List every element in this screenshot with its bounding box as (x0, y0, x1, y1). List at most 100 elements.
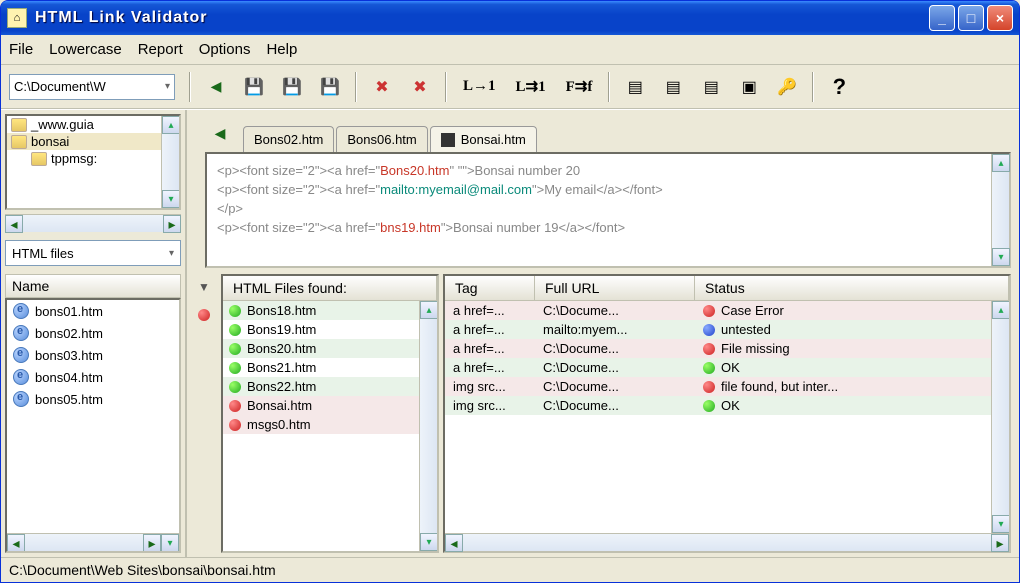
red-icon (703, 305, 715, 317)
ok-icon (229, 381, 241, 393)
ie-icon (13, 347, 29, 363)
menubar: File Lowercase Report Options Help (1, 35, 1019, 65)
maximize-button[interactable]: □ (958, 5, 984, 31)
tabs: ◀ Bons02.htm Bons06.htm Bonsai.htm (205, 118, 1011, 152)
disk-icon (441, 133, 455, 147)
scrollbar-horizontal[interactable]: ◂▸ (445, 533, 1009, 551)
minimize-button[interactable]: _ (929, 5, 955, 31)
list-item[interactable]: Bons21.htm (223, 358, 419, 377)
lowercase-batch-button[interactable]: L⇉1 (510, 72, 552, 102)
list-item[interactable]: bons03.htm (7, 344, 179, 366)
tree-item[interactable]: tppmsg: (7, 150, 161, 167)
dropdown-icon: ▾ (169, 248, 174, 259)
found-header[interactable]: HTML Files found: (223, 276, 437, 300)
list-item[interactable]: Bons20.htm (223, 339, 419, 358)
tabs-back-button[interactable]: ◀ (205, 118, 235, 148)
menu-report[interactable]: Report (138, 41, 183, 58)
folder-icon (31, 152, 47, 166)
list-item[interactable]: bons01.htm (7, 300, 179, 322)
nav-updown: ▼ (195, 274, 217, 553)
list-item[interactable]: Bons18.htm (223, 301, 419, 320)
tree-item[interactable]: bonsai (7, 133, 161, 150)
ok-icon (229, 343, 241, 355)
help-button[interactable]: ? (824, 72, 854, 102)
ie-icon (13, 369, 29, 385)
col-url[interactable]: Full URL (535, 276, 695, 300)
error-marker-icon[interactable] (195, 306, 213, 324)
list-item[interactable]: Bons22.htm (223, 377, 419, 396)
fix-batch-button[interactable]: F⇉f (560, 72, 599, 102)
nav-down-button[interactable]: ▼ (195, 278, 213, 296)
ok-icon (229, 362, 241, 374)
green-icon (703, 400, 715, 412)
links-grid: Tag Full URL Status a href=...C:\Docume.… (443, 274, 1011, 553)
scrollbar-vertical[interactable]: ▴▾ (419, 301, 437, 551)
list-item[interactable]: Bonsai.htm (223, 396, 419, 415)
name-header[interactable]: Name (5, 274, 181, 298)
close-button[interactable]: × (987, 5, 1013, 31)
list-item[interactable]: bons02.htm (7, 322, 179, 344)
report3-icon[interactable]: ▤ (696, 72, 726, 102)
table-row[interactable]: a href=...C:\Docume...Case Error (445, 301, 991, 320)
cancel-all-icon[interactable]: ✖ (405, 72, 435, 102)
list-item[interactable]: bons05.htm (7, 388, 179, 410)
ok-icon (229, 324, 241, 336)
report2-icon[interactable]: ▤ (658, 72, 688, 102)
tab-bonsai[interactable]: Bonsai.htm (430, 126, 537, 152)
list-item[interactable]: Bons19.htm (223, 320, 419, 339)
cancel-one-icon[interactable]: ✖ (367, 72, 397, 102)
left-sidebar: _www.guia bonsai tppmsg: ▴▾ ◂▸ HTML file… (1, 110, 187, 557)
save-selected-icon[interactable]: 💾 (277, 72, 307, 102)
menu-help[interactable]: Help (266, 41, 297, 58)
scrollbar-vertical[interactable]: ▴▾ (991, 301, 1009, 533)
col-tag[interactable]: Tag (445, 276, 535, 300)
col-status[interactable]: Status (695, 276, 1009, 300)
menu-file[interactable]: File (9, 41, 33, 58)
ie-icon (13, 391, 29, 407)
folder-tree[interactable]: _www.guia bonsai tppmsg: ▴▾ (5, 114, 181, 210)
back-button[interactable]: ◀ (201, 72, 231, 102)
list-item[interactable]: msgs0.htm (223, 415, 419, 434)
blue-icon (703, 324, 715, 336)
path-combo[interactable]: C:\Document\W ▾ (9, 74, 175, 100)
list-item[interactable]: bons04.htm (7, 366, 179, 388)
ie-icon (13, 303, 29, 319)
scrollbar-horizontal[interactable]: ◂▸▾ (7, 533, 179, 551)
table-row[interactable]: img src...C:\Docume...OK (445, 396, 991, 415)
table-row[interactable]: a href=...mailto:myem...untested (445, 320, 991, 339)
red-icon (703, 381, 715, 393)
filter-combo[interactable]: HTML files▾ (5, 240, 181, 266)
tree-item[interactable]: _www.guia (7, 116, 161, 133)
green-icon (703, 362, 715, 374)
key-icon[interactable]: 🔑 (772, 72, 802, 102)
table-row[interactable]: a href=...C:\Docume...File missing (445, 339, 991, 358)
menu-options[interactable]: Options (199, 41, 251, 58)
scrollbar-vertical[interactable]: ▴▾ (991, 154, 1009, 266)
folder-icon (11, 118, 27, 132)
code-pane[interactable]: <p><font size="2"><a href="Bons20.htm" "… (205, 152, 1011, 268)
file-list[interactable]: bons01.htm bons02.htm bons03.htm bons04.… (5, 298, 181, 553)
tab-bons02[interactable]: Bons02.htm (243, 126, 334, 152)
scrollbar-horizontal[interactable]: ◂▸ (5, 214, 181, 232)
statusbar: C:\Document\Web Sites\bonsai\bonsai.htm (1, 557, 1019, 582)
dropdown-icon: ▾ (165, 81, 170, 92)
ie-icon (13, 325, 29, 341)
found-pane: HTML Files found: Bons18.htm Bons19.htm … (221, 274, 439, 553)
report1-icon[interactable]: ▤ (620, 72, 650, 102)
save-icon[interactable]: 💾 (239, 72, 269, 102)
export-icon[interactable]: ▣ (734, 72, 764, 102)
window-title: HTML Link Validator (35, 9, 926, 27)
error-icon (229, 400, 241, 412)
path-text: C:\Document\W (14, 79, 106, 94)
table-row[interactable]: a href=...C:\Docume...OK (445, 358, 991, 377)
app-icon: ⌂ (7, 8, 27, 28)
titlebar[interactable]: ⌂ HTML Link Validator _ □ × (1, 1, 1019, 35)
error-icon (229, 419, 241, 431)
lowercase-one-button[interactable]: L→1 (457, 72, 502, 102)
save-all-icon[interactable]: 💾 (315, 72, 345, 102)
tab-bons06[interactable]: Bons06.htm (336, 126, 427, 152)
folder-open-icon (11, 135, 27, 149)
table-row[interactable]: img src...C:\Docume...file found, but in… (445, 377, 991, 396)
menu-lowercase[interactable]: Lowercase (49, 41, 122, 58)
scrollbar-vertical[interactable]: ▴▾ (161, 116, 179, 208)
